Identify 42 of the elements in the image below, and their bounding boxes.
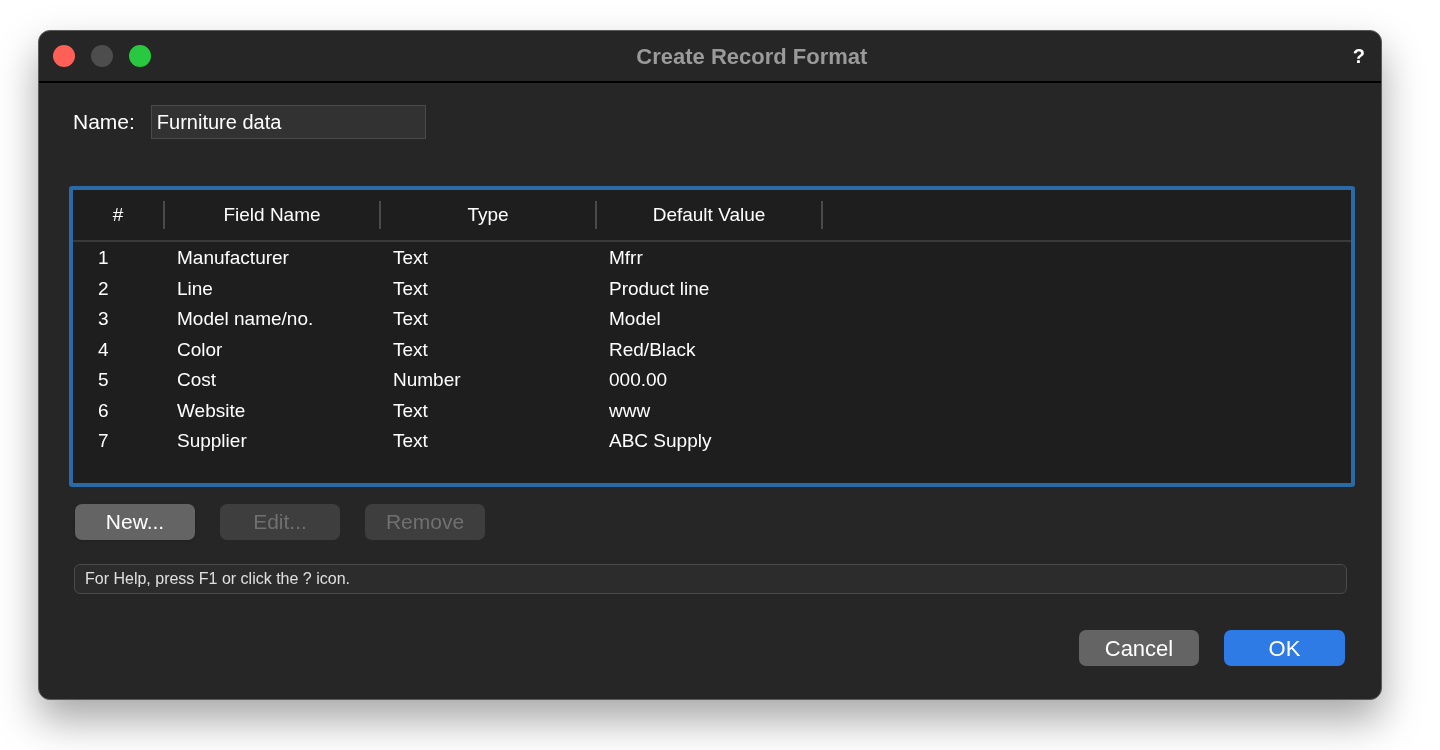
- name-field[interactable]: Furniture data: [150, 105, 426, 139]
- table-cell: 7: [98, 430, 109, 451]
- table-cell: Model: [609, 308, 661, 329]
- table-cell: 000.00: [609, 369, 668, 390]
- table-cell: Red/Black: [609, 338, 696, 360]
- table-cell: Text: [393, 277, 428, 299]
- close-button[interactable]: [53, 45, 75, 67]
- new-button[interactable]: New...: [75, 504, 195, 540]
- table-cell: 1: [98, 247, 109, 268]
- column-header[interactable]: Field Name: [223, 200, 321, 230]
- table-cell: Text: [393, 247, 428, 268]
- table-cell: www: [609, 399, 651, 421]
- table-cell: Mfrr: [609, 247, 643, 268]
- table-cell: Color: [177, 338, 223, 360]
- window-title: Create Record Format: [636, 42, 868, 71]
- table-cell: 5: [98, 369, 109, 390]
- help-button[interactable]: ?: [1352, 41, 1365, 71]
- table-cell: Text: [393, 308, 428, 329]
- column-header[interactable]: Type: [467, 200, 509, 230]
- table-cell: Text: [393, 430, 428, 451]
- status-bar: For Help, press F1 or click the ? icon.: [74, 564, 1347, 594]
- table-cell: Product line: [609, 277, 710, 299]
- cancel-button[interactable]: Cancel: [1079, 630, 1199, 666]
- table-cell: Manufacturer: [177, 247, 289, 268]
- table-cell: Cost: [177, 369, 217, 390]
- table-cell: Website: [177, 399, 246, 421]
- table-cell: Number: [393, 369, 461, 390]
- table-cell: ABC Supply: [609, 430, 712, 451]
- table-cell: 2: [98, 277, 109, 299]
- table-cell: Text: [393, 338, 428, 360]
- table-cell: Line: [177, 277, 213, 299]
- table-cell: 4: [98, 338, 109, 360]
- zoom-button[interactable]: [129, 45, 151, 67]
- table-cell: 6: [98, 399, 109, 421]
- table-cell: 3: [98, 308, 109, 329]
- table-cell: Supplier: [177, 430, 247, 451]
- ok-button[interactable]: OK: [1224, 630, 1345, 666]
- name-label: Name:: [73, 109, 135, 136]
- column-header[interactable]: Default Value: [652, 200, 766, 230]
- column-header[interactable]: #: [112, 200, 124, 230]
- table-cell: Model name/no.: [177, 308, 314, 329]
- table-cell: Text: [393, 399, 428, 421]
